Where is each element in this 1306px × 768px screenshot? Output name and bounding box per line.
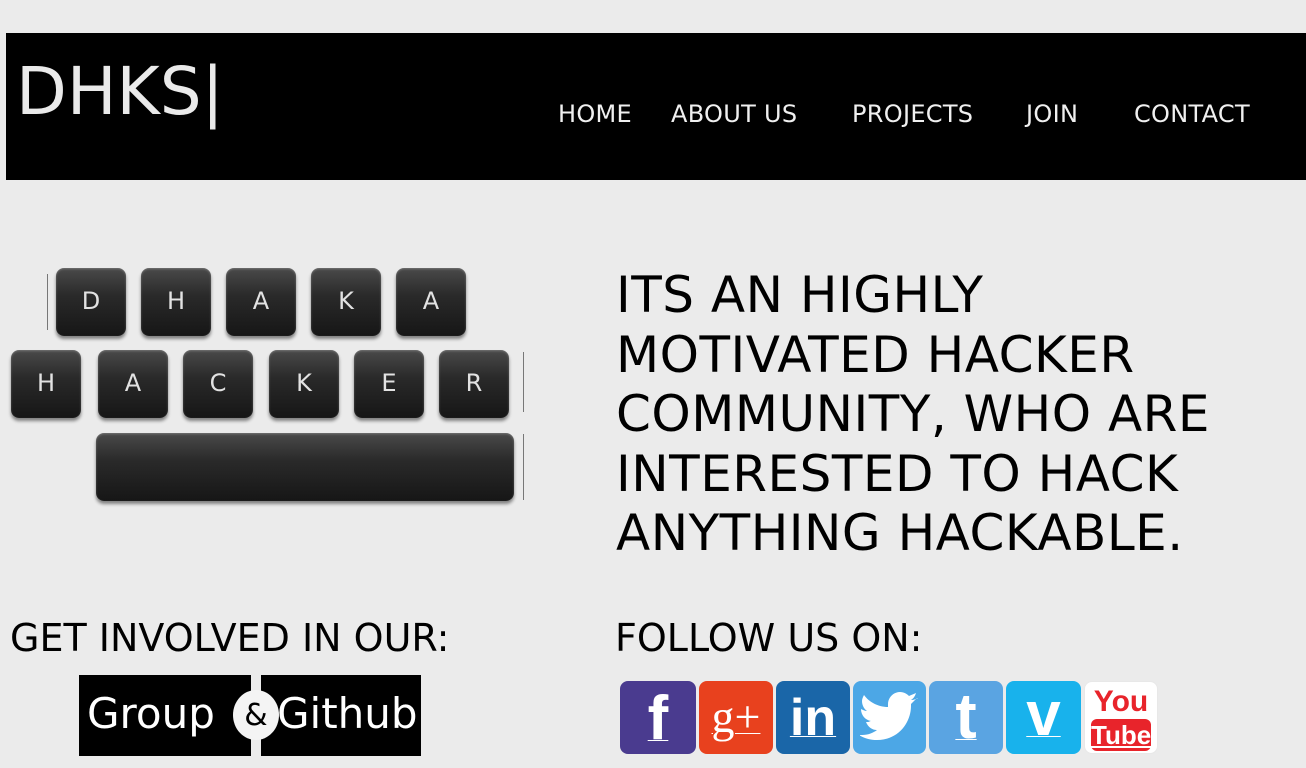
tagline-line: ANYTHING HACKABLE. xyxy=(616,504,1184,562)
key: E xyxy=(354,350,424,418)
google-plus-glyph: g+ xyxy=(711,691,761,742)
site-logo[interactable]: DHKS| xyxy=(16,53,224,131)
vimeo-glyph: v xyxy=(1026,681,1061,749)
nav-contact[interactable]: CONTACT xyxy=(1134,99,1250,129)
linkedin-icon[interactable]: in xyxy=(776,681,850,754)
ampersand-badge: & xyxy=(233,690,279,740)
tagline: ITS AN HIGHLY MOTIVATED HACKER COMMUNITY… xyxy=(616,266,1256,564)
twitter-t-glyph: t xyxy=(955,681,977,752)
github-button[interactable]: Github xyxy=(261,675,421,756)
nav-join[interactable]: JOIN xyxy=(1026,99,1078,129)
key: A xyxy=(396,268,466,336)
key: H xyxy=(141,268,211,336)
key: A xyxy=(226,268,296,336)
twitter-bird-icon[interactable] xyxy=(853,681,926,754)
google-plus-icon[interactable]: g+ xyxy=(699,681,773,754)
site-header: DHKS| HOME ABOUT US PROJECTS JOIN CONTAC… xyxy=(6,33,1306,180)
twitter-bird-icon xyxy=(858,692,918,740)
nav-home[interactable]: HOME xyxy=(558,99,632,129)
tagline-line: ITS AN HIGHLY xyxy=(616,266,984,324)
facebook-glyph: f xyxy=(647,684,669,753)
youtube-tube: Tube xyxy=(1091,719,1152,751)
keyboard-edge xyxy=(47,274,48,330)
nav-projects[interactable]: PROJECTS xyxy=(852,99,973,129)
group-button[interactable]: Group xyxy=(79,675,251,756)
tagline-line: INTERESTED TO HACK xyxy=(616,444,1179,503)
key: A xyxy=(98,350,168,418)
key: K xyxy=(269,350,339,418)
twitter-t-icon[interactable]: t xyxy=(929,681,1003,754)
key: H xyxy=(11,350,81,418)
linkedin-glyph: in xyxy=(789,689,837,747)
key: R xyxy=(439,350,509,418)
key: C xyxy=(183,350,253,418)
follow-heading: FOLLOW US ON: xyxy=(615,616,923,660)
youtube-icon[interactable]: You Tube xyxy=(1084,681,1158,754)
spacebar-key xyxy=(96,433,514,501)
involved-heading: GET INVOLVED IN OUR: xyxy=(10,616,450,660)
nav-about-us[interactable]: ABOUT US xyxy=(671,99,797,129)
facebook-icon[interactable]: f xyxy=(620,681,696,754)
tagline-line: MOTIVATED HACKER xyxy=(616,325,1135,384)
key: D xyxy=(56,268,126,336)
key: K xyxy=(311,268,381,336)
keyboard-image: D H A K A H A C K E R xyxy=(8,262,528,512)
youtube-you: You xyxy=(1093,685,1149,718)
vimeo-icon[interactable]: v xyxy=(1006,681,1081,754)
keyboard-edge xyxy=(523,434,524,500)
keyboard-edge xyxy=(523,352,524,412)
tagline-line: COMMUNITY, WHO ARE xyxy=(616,385,1210,443)
